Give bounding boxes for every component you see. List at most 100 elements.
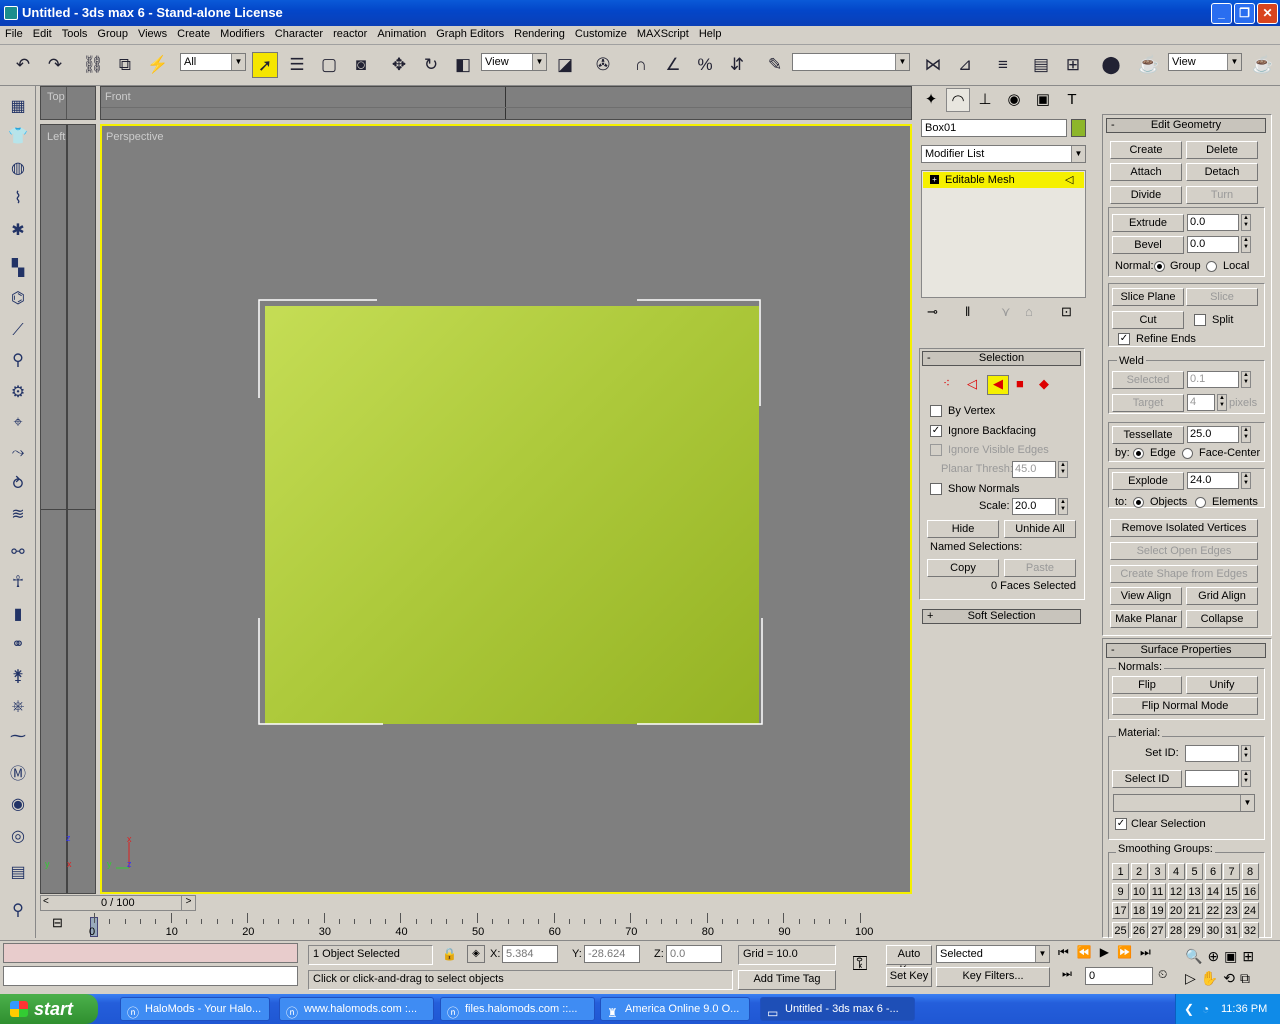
- network-icon[interactable]: ◔: [1202, 994, 1209, 1024]
- object-name-field[interactable]: Box01: [921, 119, 1067, 137]
- smoothing-group-button[interactable]: 32: [1241, 921, 1259, 938]
- minimize-button[interactable]: _: [1211, 3, 1232, 24]
- select-link-icon[interactable]: ⛓: [80, 52, 106, 78]
- split-checkbox[interactable]: [1194, 314, 1206, 326]
- smoothing-group-button[interactable]: 9: [1112, 882, 1129, 900]
- point-to-path-icon[interactable]: ⚵: [7, 666, 29, 688]
- menu-character[interactable]: Character: [270, 26, 328, 44]
- show-normals-checkbox[interactable]: [930, 483, 942, 495]
- configure-modifier-sets-icon[interactable]: ⊡: [1061, 304, 1072, 320]
- x-coordinate-field[interactable]: 5.384: [502, 945, 558, 963]
- smoothing-group-button[interactable]: 14: [1204, 882, 1222, 900]
- menu-maxscript[interactable]: MAXScript: [632, 26, 694, 44]
- select-id-spinner[interactable]: [1185, 770, 1239, 787]
- zoom-extents-icon[interactable]: ▣: [1224, 948, 1242, 964]
- task-files-halomods[interactable]: ⓝ files.halomods.com ::...: [440, 997, 595, 1021]
- ragdoll-icon[interactable]: ☥: [7, 572, 29, 594]
- remove-isolated-vertices-button[interactable]: Remove Isolated Vertices: [1110, 519, 1258, 537]
- collision-icon[interactable]: ⚲: [7, 900, 29, 922]
- hierarchy-tab-icon[interactable]: ⊥: [973, 88, 997, 112]
- hide-button[interactable]: Hide: [927, 520, 999, 538]
- display-tab-icon[interactable]: ▣: [1031, 88, 1055, 112]
- by-vertex-checkbox[interactable]: [930, 405, 942, 417]
- maximize-viewport-icon[interactable]: ⧉: [1240, 970, 1255, 986]
- menu-animation[interactable]: Animation: [372, 26, 431, 44]
- start-button[interactable]: start: [0, 994, 98, 1024]
- set-key-button[interactable]: Set Key: [886, 967, 932, 987]
- manipulate-icon[interactable]: ✇: [590, 52, 616, 78]
- smoothing-group-button[interactable]: 12: [1167, 882, 1185, 900]
- window-crossing-icon[interactable]: ◙: [348, 52, 374, 78]
- spinner-snap-icon[interactable]: ⇵: [724, 52, 750, 78]
- pivot-center-icon[interactable]: ◪: [552, 52, 578, 78]
- menu-graph-editors[interactable]: Graph Editors: [431, 26, 509, 44]
- y-coordinate-field[interactable]: -28.624: [584, 945, 640, 963]
- smoothing-group-button[interactable]: 22: [1204, 902, 1222, 919]
- rotate-icon[interactable]: ↻: [418, 52, 444, 78]
- move-icon[interactable]: ✥: [386, 52, 412, 78]
- refine-ends-checkbox[interactable]: ✓: [1118, 333, 1130, 345]
- smoothing-group-button[interactable]: 15: [1223, 882, 1240, 900]
- motor-icon[interactable]: ⚲: [7, 350, 29, 372]
- layer-manager-icon[interactable]: ≡: [990, 52, 1016, 78]
- smoothing-group-button[interactable]: 30: [1204, 921, 1222, 938]
- tessellate-button[interactable]: Tessellate: [1112, 426, 1184, 444]
- hinge-icon[interactable]: ⚯: [7, 542, 29, 564]
- tessellate-spinner[interactable]: 25.0: [1187, 426, 1239, 443]
- task-halomods[interactable]: ⓝ HaloMods - Your Halo...: [120, 997, 270, 1021]
- bevel-spinner[interactable]: 0.0: [1187, 236, 1239, 253]
- previous-frame-icon[interactable]: ⏪: [1077, 945, 1100, 959]
- rectangular-selection-icon[interactable]: ▢: [316, 52, 342, 78]
- smoothing-group-button[interactable]: 24: [1241, 902, 1259, 919]
- play-icon[interactable]: ▶: [1100, 945, 1117, 959]
- selection-rollout-header[interactable]: - Selection: [922, 351, 1081, 366]
- smoothing-group-button[interactable]: 31: [1223, 921, 1240, 938]
- menu-edit[interactable]: Edit: [28, 26, 57, 44]
- smoothing-group-button[interactable]: 16: [1241, 882, 1259, 900]
- fracture-icon[interactable]: ⤳: [7, 442, 29, 464]
- spinner-arrows-icon[interactable]: ▲ ▼: [1241, 770, 1251, 787]
- utilities-tab-icon[interactable]: T: [1060, 88, 1084, 112]
- go-to-start-icon[interactable]: ⏮: [1058, 945, 1077, 959]
- smoothing-group-button[interactable]: 19: [1149, 902, 1166, 919]
- current-frame-field[interactable]: 0: [1085, 967, 1153, 985]
- lock-icon[interactable]: 🔒: [442, 947, 457, 961]
- flip-normal-mode-button[interactable]: Flip Normal Mode: [1112, 697, 1258, 715]
- viewport-front[interactable]: Front: [100, 86, 912, 120]
- open-mini-curve-editor-icon[interactable]: ⊟: [52, 915, 63, 931]
- time-slider-prev-icon[interactable]: <: [43, 896, 49, 907]
- menu-group[interactable]: Group: [92, 26, 133, 44]
- motion-tab-icon[interactable]: ◉: [1002, 88, 1026, 112]
- attach-button[interactable]: Attach: [1110, 163, 1182, 181]
- smoothing-group-button[interactable]: 11: [1149, 882, 1166, 900]
- material-editor-icon[interactable]: ⬤: [1098, 52, 1124, 78]
- mirror-icon[interactable]: ⋈: [920, 52, 946, 78]
- modifier-list-dropdown[interactable]: Modifier List ▼: [921, 145, 1086, 163]
- smoothing-group-button[interactable]: 13: [1186, 882, 1203, 900]
- unify-button[interactable]: Unify: [1186, 676, 1258, 694]
- smoothing-group-button[interactable]: 4: [1167, 863, 1185, 880]
- smoothing-group-button[interactable]: 7: [1223, 863, 1240, 880]
- create-tab-icon[interactable]: ✦: [919, 88, 943, 112]
- toy-car-icon[interactable]: ⌖: [7, 412, 29, 434]
- align-icon[interactable]: ⊿: [952, 52, 978, 78]
- redo-icon[interactable]: ↷: [42, 52, 68, 78]
- smoothing-group-button[interactable]: 18: [1130, 902, 1148, 919]
- viewport-top[interactable]: Top: [40, 86, 96, 120]
- menu-file[interactable]: File: [0, 26, 28, 44]
- polygon-icon[interactable]: ■: [1016, 376, 1024, 391]
- fixed-constraint-icon[interactable]: ⎈: [7, 696, 29, 718]
- spinner-arrows-icon[interactable]: ▲ ▼: [1241, 745, 1251, 762]
- delete-button[interactable]: Delete: [1186, 141, 1258, 159]
- water-icon[interactable]: ≋: [7, 504, 29, 526]
- surface-properties-rollout-header[interactable]: - Surface Properties: [1106, 643, 1266, 658]
- track-view-icon[interactable]: ▤: [1028, 52, 1054, 78]
- extrude-spinner[interactable]: 0.0: [1187, 214, 1239, 231]
- unhide-all-button[interactable]: Unhide All: [1004, 520, 1076, 538]
- tessellate-face-center-radio[interactable]: [1182, 448, 1193, 459]
- maxscript-input-mini[interactable]: [3, 966, 298, 986]
- smoothing-group-button[interactable]: 8: [1241, 863, 1259, 880]
- explode-objects-radio[interactable]: [1133, 497, 1144, 508]
- menu-help[interactable]: Help: [694, 26, 727, 44]
- menu-modifiers[interactable]: Modifiers: [215, 26, 270, 44]
